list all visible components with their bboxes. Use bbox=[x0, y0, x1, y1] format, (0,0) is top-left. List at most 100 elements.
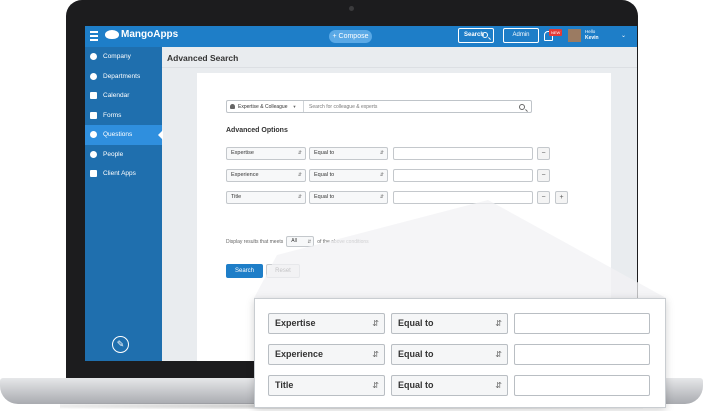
callout-field-select[interactable]: Experience ⇵ bbox=[268, 344, 385, 365]
criteria-value-input[interactable] bbox=[393, 191, 533, 204]
callout-field-value: Title bbox=[275, 380, 294, 390]
app-logo[interactable]: MangoApps bbox=[105, 29, 178, 40]
sidebar-item-people[interactable]: People bbox=[85, 145, 162, 165]
reset-button[interactable]: Reset bbox=[266, 264, 300, 278]
compose-button[interactable]: + Compose bbox=[329, 30, 372, 43]
calendar-icon bbox=[90, 92, 97, 100]
question-icon bbox=[90, 131, 97, 139]
operator-select-value: Equal to bbox=[314, 194, 335, 200]
updown-icon: ⇵ bbox=[379, 172, 384, 178]
sidebar-item-company[interactable]: Company bbox=[85, 47, 162, 67]
updown-icon: ⇵ bbox=[297, 194, 302, 200]
callout-operator-select[interactable]: Equal to ⇵ bbox=[391, 313, 508, 334]
remove-criteria-button[interactable]: − bbox=[537, 169, 550, 182]
callout-operator-select[interactable]: Equal to ⇵ bbox=[391, 375, 508, 396]
search-scope-select[interactable]: Expertise & Colleague ▼ bbox=[227, 101, 304, 112]
callout-field-value: Experience bbox=[275, 349, 324, 359]
person-icon bbox=[230, 104, 235, 109]
field-select[interactable]: Title ⇵ bbox=[226, 191, 306, 204]
callout-value-input[interactable] bbox=[514, 344, 650, 365]
updown-icon: ⇵ bbox=[379, 194, 384, 200]
remove-criteria-button[interactable]: − bbox=[537, 191, 550, 204]
operator-select[interactable]: Equal to ⇵ bbox=[309, 147, 388, 160]
updown-icon: ⇵ bbox=[495, 381, 502, 390]
laptop-mockup: MangoApps + Compose Search Admin NEW Hel… bbox=[0, 0, 703, 411]
pencil-icon[interactable]: ✎ bbox=[112, 336, 129, 353]
criteria-value-input[interactable] bbox=[393, 147, 533, 160]
callout-value-input[interactable] bbox=[514, 375, 650, 396]
match-prefix-text: Display results that meets bbox=[226, 238, 284, 245]
zoom-callout: Expertise ⇵ Equal to ⇵ Experience ⇵ Equa… bbox=[254, 298, 666, 408]
callout-operator-value: Equal to bbox=[398, 318, 434, 328]
match-condition-row: Display results that meets All ⇵ of the … bbox=[226, 236, 369, 247]
sidebar: Company Departments Calendar Forms Quest… bbox=[85, 47, 163, 361]
camera-icon bbox=[349, 6, 354, 11]
sidebar-item-label: Questions bbox=[103, 131, 133, 139]
match-mode-select[interactable]: All ⇵ bbox=[286, 236, 315, 247]
sidebar-item-label: Company bbox=[103, 53, 131, 61]
avatar[interactable] bbox=[568, 29, 581, 42]
operator-select[interactable]: Equal to ⇵ bbox=[309, 191, 388, 204]
title-divider bbox=[162, 67, 637, 68]
sidebar-item-label: People bbox=[103, 150, 124, 158]
field-select[interactable]: Experience ⇵ bbox=[226, 169, 306, 182]
callout-field-value: Expertise bbox=[275, 318, 316, 328]
user-greeting[interactable]: Hello Kevin bbox=[585, 29, 599, 41]
updown-icon: ⇵ bbox=[372, 319, 379, 328]
updown-icon: ⇵ bbox=[307, 239, 312, 244]
operator-select-value: Equal to bbox=[314, 172, 335, 178]
people-search-bar: Expertise & Colleague ▼ bbox=[226, 100, 532, 113]
sidebar-item-forms[interactable]: Forms bbox=[85, 106, 162, 126]
sidebar-item-calendar[interactable]: Calendar bbox=[85, 86, 162, 106]
sidebar-item-label: Departments bbox=[103, 72, 141, 80]
callout-field-select[interactable]: Expertise ⇵ bbox=[268, 313, 385, 334]
search-icon bbox=[482, 32, 488, 38]
sidebar-item-label: Forms bbox=[103, 111, 122, 119]
callout-row-title: Title ⇵ Equal to ⇵ bbox=[268, 375, 650, 396]
pie-icon bbox=[90, 72, 97, 80]
callout-operator-value: Equal to bbox=[398, 380, 434, 390]
callout-field-select[interactable]: Title ⇵ bbox=[268, 375, 385, 396]
admin-button[interactable]: Admin bbox=[503, 28, 539, 43]
criteria-value-input[interactable] bbox=[393, 169, 533, 182]
mango-logo-icon bbox=[105, 30, 119, 39]
updown-icon: ⇵ bbox=[372, 350, 379, 359]
callout-value-input[interactable] bbox=[514, 313, 650, 334]
field-select-value: Expertise bbox=[231, 150, 254, 156]
search-submit-button[interactable]: Search bbox=[226, 264, 263, 278]
search-button-label: Search bbox=[464, 32, 485, 38]
top-bar: MangoApps + Compose Search Admin NEW Hel… bbox=[85, 26, 637, 47]
forms-icon bbox=[90, 111, 97, 119]
criteria-row-title: Title ⇵ Equal to ⇵ − + bbox=[226, 191, 568, 204]
chevron-down-icon[interactable]: ⌄ bbox=[621, 32, 626, 39]
callout-row-expertise: Expertise ⇵ Equal to ⇵ bbox=[268, 313, 650, 334]
callout-operator-select[interactable]: Equal to ⇵ bbox=[391, 344, 508, 365]
search-icon[interactable] bbox=[519, 103, 525, 110]
sidebar-item-label: Client Apps bbox=[103, 170, 136, 178]
operator-select-value: Equal to bbox=[314, 150, 335, 156]
operator-select[interactable]: Equal to ⇵ bbox=[309, 169, 388, 182]
download-icon bbox=[90, 170, 97, 178]
page-title: Advanced Search bbox=[167, 53, 239, 63]
search-button[interactable]: Search bbox=[458, 28, 494, 43]
sidebar-item-client-apps[interactable]: Client Apps bbox=[85, 164, 162, 184]
sidebar-item-departments[interactable]: Departments bbox=[85, 67, 162, 87]
sidebar-item-questions[interactable]: Questions bbox=[85, 125, 163, 145]
add-criteria-button[interactable]: + bbox=[555, 191, 568, 204]
logo-text: MangoApps bbox=[121, 29, 179, 40]
field-select-value: Title bbox=[231, 194, 242, 200]
criteria-row-experience: Experience ⇵ Equal to ⇵ − bbox=[226, 169, 556, 182]
advanced-options-heading: Advanced Options bbox=[226, 127, 288, 134]
people-search-input[interactable] bbox=[304, 101, 519, 112]
updown-icon: ⇵ bbox=[495, 319, 502, 328]
scope-select-label: Expertise & Colleague bbox=[238, 103, 288, 110]
field-select-value: Experience bbox=[231, 172, 259, 178]
person-icon bbox=[90, 150, 97, 158]
updown-icon: ⇵ bbox=[495, 350, 502, 359]
field-select[interactable]: Expertise ⇵ bbox=[226, 147, 306, 160]
sidebar-item-label: Calendar bbox=[103, 92, 130, 100]
match-suffix-text: of the above conditions bbox=[317, 238, 369, 245]
globe-icon bbox=[90, 53, 97, 61]
remove-criteria-button[interactable]: − bbox=[537, 147, 550, 160]
hamburger-menu-icon[interactable] bbox=[90, 31, 98, 41]
